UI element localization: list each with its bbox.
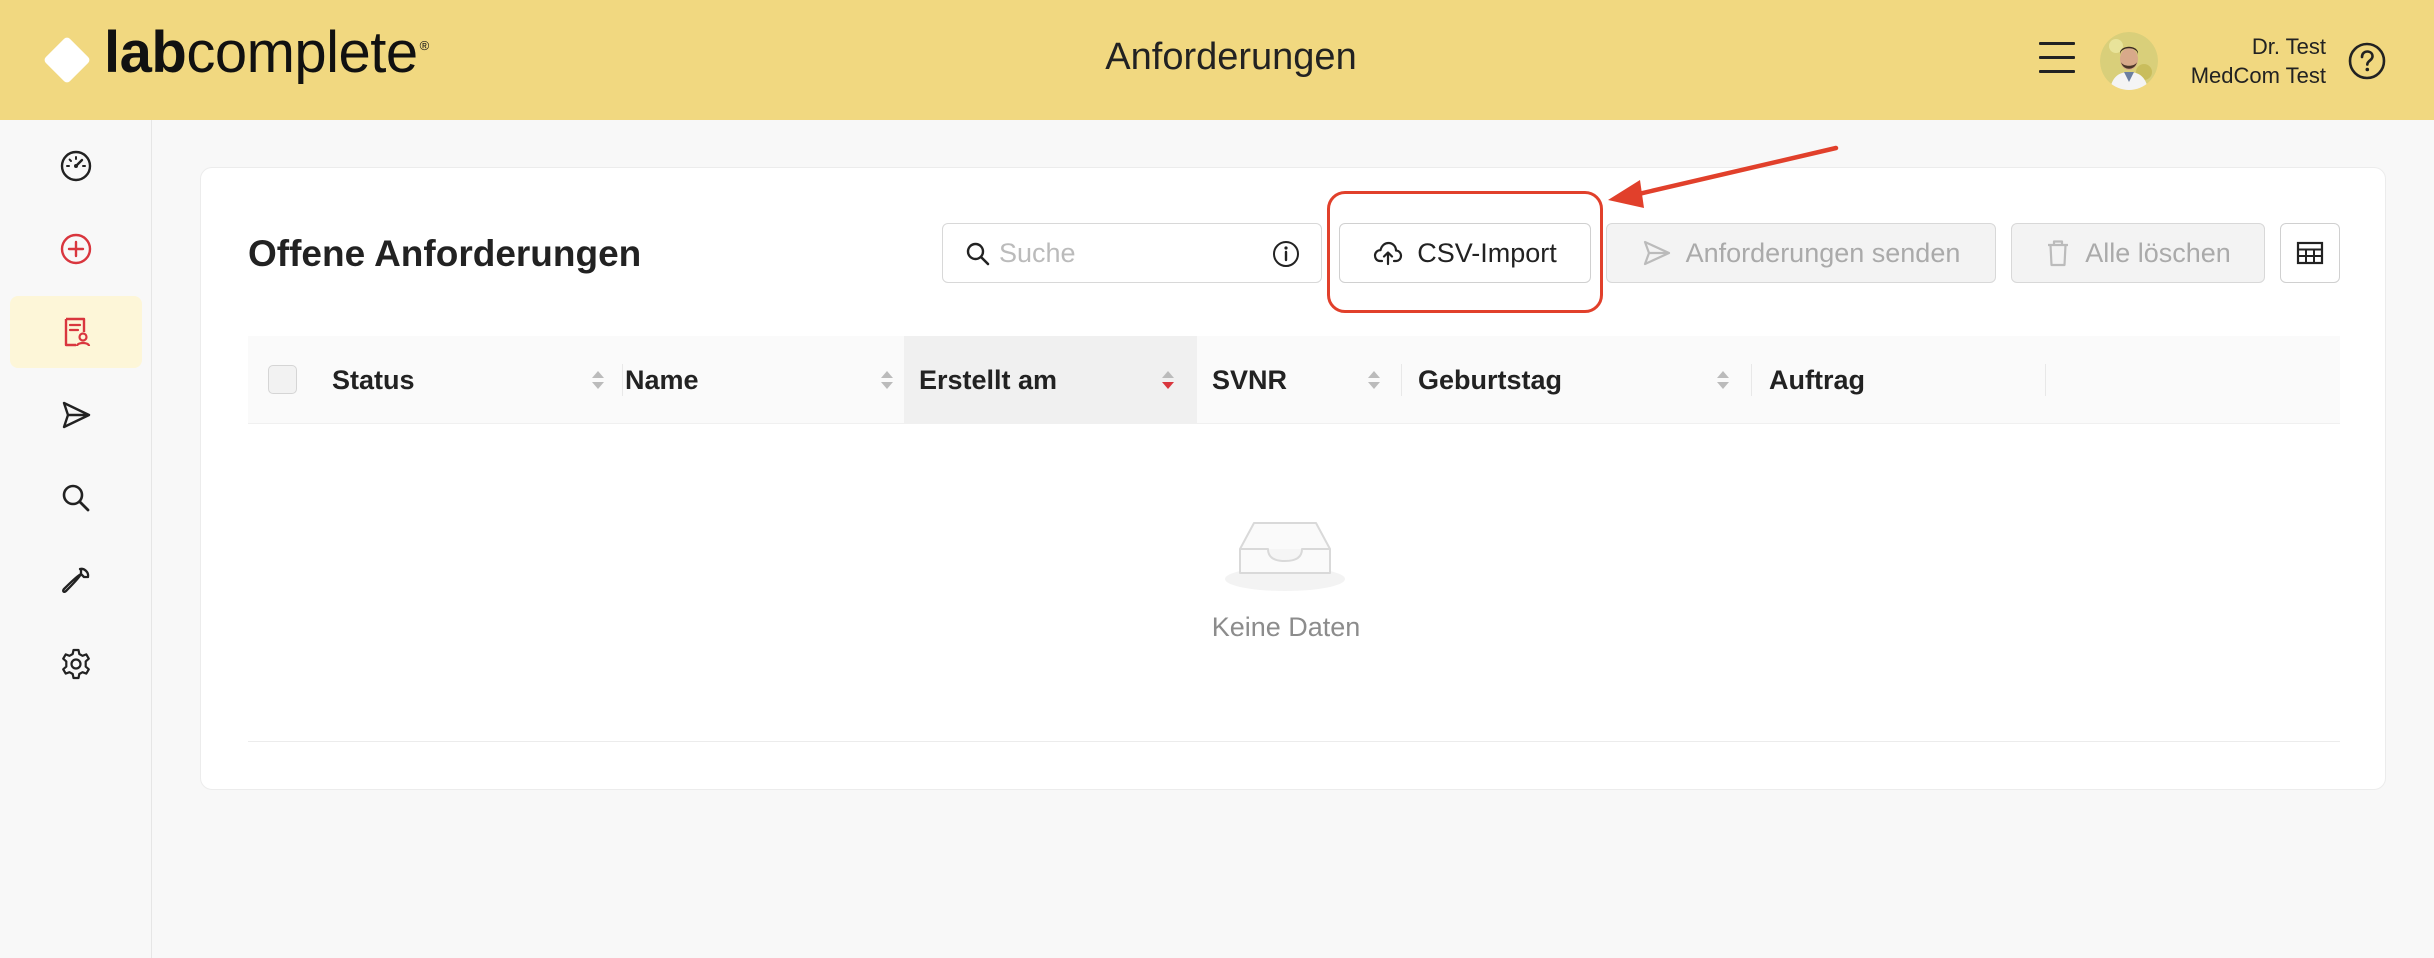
column-separator (2045, 364, 2046, 396)
sidebar-nav (0, 120, 152, 958)
column-separator (1751, 364, 1752, 396)
send-requisitions-button[interactable]: Anforderungen senden (1606, 223, 1996, 283)
user-name: Dr. Test (2251, 34, 2326, 59)
settings-gear-icon (62, 648, 90, 680)
app-header: labcomplete ® Anforderungen Dr. Test MedC… (0, 0, 2434, 120)
info-icon[interactable] (1272, 240, 1300, 268)
sort-icon (1717, 371, 1729, 389)
sidebar-item-search[interactable] (10, 462, 142, 534)
sidebar-item-sent[interactable] (10, 379, 142, 451)
cloud-upload-icon (1374, 241, 1403, 266)
csv-import-label: CSV-Import (1417, 237, 1557, 268)
column-label: Erstellt am (919, 364, 1058, 395)
user-organization: MedCom Test (2190, 63, 2326, 88)
sort-icon (1368, 371, 1380, 389)
sidebar-item-tools[interactable] (10, 545, 142, 617)
column-label: Geburtstag (1418, 364, 1563, 395)
search-icon (966, 242, 990, 266)
user-avatar[interactable] (2100, 32, 2158, 90)
sort-icon (592, 371, 604, 389)
column-header-svnr[interactable]: SVNR (1212, 336, 1404, 424)
delete-all-label: Alle löschen (2085, 237, 2231, 268)
logo-diamond-icon (42, 35, 92, 85)
column-separator (622, 364, 623, 396)
column-header-created-at[interactable]: Erstellt am (904, 336, 1197, 424)
page-title: Anforderungen (1105, 36, 1357, 78)
labcomplete-logo[interactable]: labcomplete ® (42, 22, 429, 90)
dashboard-gauge-icon (60, 150, 92, 182)
trash-icon (2048, 240, 2069, 267)
help-icon[interactable] (2348, 42, 2386, 80)
sidebar-item-new-requisition[interactable] (10, 213, 142, 285)
search-icon (62, 484, 90, 512)
sidebar-item-requisitions[interactable] (10, 296, 142, 368)
sidebar-item-dashboard[interactable] (10, 130, 142, 202)
search-input[interactable] (999, 236, 1259, 270)
table-bottom-divider (248, 741, 2340, 742)
send-requisitions-label: Anforderungen senden (1685, 237, 1961, 268)
sort-descending-icon (1162, 371, 1174, 389)
empty-inbox-icon (1225, 522, 1345, 591)
column-label: Status (332, 364, 415, 395)
empty-state-text: Keine Daten (1211, 612, 1361, 642)
column-header-order[interactable]: Auftrag (1769, 336, 2059, 424)
requisitions-card: Offene Anforderungen CSV-Import Anforder… (200, 167, 2386, 790)
user-info[interactable]: Dr. Test MedCom Test (2191, 32, 2326, 90)
column-label: Name (625, 364, 699, 395)
column-header-birthday[interactable]: Geburtstag (1418, 336, 1758, 424)
logo-text: labcomplete ® (104, 19, 429, 85)
column-header-status[interactable]: Status (332, 336, 622, 424)
table-header: Status Name Erstellt am SVNR Geburtstag … (248, 336, 2340, 424)
wrench-icon (62, 567, 90, 593)
column-label: SVNR (1212, 364, 1288, 395)
send-icon (62, 401, 91, 429)
hamburger-menu-icon[interactable] (2039, 42, 2075, 76)
column-header-name[interactable]: Name (625, 336, 918, 424)
search-box (942, 223, 1322, 283)
delete-all-button[interactable]: Alle löschen (2011, 223, 2265, 283)
csv-import-button[interactable]: CSV-Import (1339, 223, 1591, 283)
table-columns-icon (2296, 241, 2324, 265)
sidebar-item-settings[interactable] (10, 628, 142, 700)
column-separator (1401, 364, 1402, 396)
select-all-checkbox[interactable] (268, 365, 297, 394)
section-title: Offene Anforderungen (248, 233, 642, 274)
column-label: Auftrag (1769, 364, 1865, 395)
send-icon (1643, 240, 1670, 266)
column-settings-button[interactable] (2280, 223, 2340, 283)
requisition-document-icon (64, 317, 91, 347)
add-circle-icon (60, 233, 92, 265)
sort-icon (881, 371, 893, 389)
